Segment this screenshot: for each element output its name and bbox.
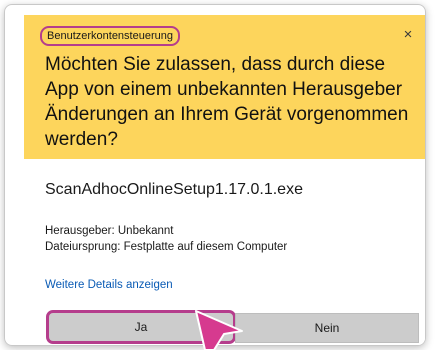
close-icon[interactable]: × — [398, 25, 418, 45]
publisher-text: Herausgeber: Unbekannt — [45, 225, 174, 237]
no-button[interactable]: Nein — [235, 313, 419, 343]
program-details: Herausgeber: Unbekannt Dateiursprung: Fe… — [45, 223, 287, 255]
window-frame: Benutzerkontensteuerung × Möchten Sie zu… — [4, 4, 426, 346]
more-details-link[interactable]: Weitere Details anzeigen — [45, 279, 173, 291]
permission-question: Möchten Sie zulassen, dass durch diese A… — [45, 54, 409, 150]
uac-dialog: Benutzerkontensteuerung × Möchten Sie zu… — [24, 15, 425, 345]
yes-button[interactable]: Ja — [46, 310, 236, 344]
program-file-name: ScanAdhocOnlineSetup1.17.0.1.exe — [45, 181, 303, 198]
dialog-header: Benutzerkontensteuerung × Möchten Sie zu… — [24, 15, 425, 159]
origin-text: Dateiursprung: Festplatte auf diesem Com… — [45, 241, 288, 253]
dialog-title: Benutzerkontensteuerung — [40, 26, 180, 46]
